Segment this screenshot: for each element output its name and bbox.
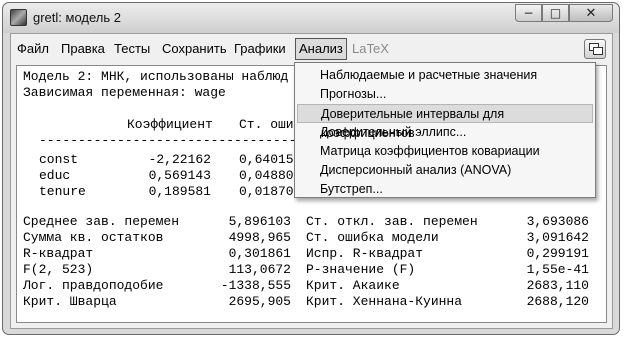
- stat-label: Р-значение (F): [306, 262, 416, 277]
- analysis-menu-dropdown: Наблюдаемые и расчетные значения Прогноз…: [294, 62, 596, 198]
- gretl-app-icon: [10, 9, 27, 26]
- stat-value: 0,299191: [526, 246, 589, 261]
- column-header-std-error: Ст. оши: [239, 117, 294, 132]
- stat-label: Сумма кв. остатков: [23, 230, 164, 245]
- stat-value: -1338,555: [220, 278, 291, 293]
- stat-value: 1,55e-41: [526, 262, 589, 277]
- variable-name: educ: [39, 168, 71, 183]
- coefficient-value: 0,569143: [148, 168, 211, 183]
- variable-name: const: [39, 152, 79, 167]
- dependent-variable-line: Зависимая переменная: wage: [23, 85, 226, 100]
- stat-label: Крит. Акаике: [306, 278, 400, 293]
- stat-value: 2683,110: [526, 278, 589, 293]
- window-stack-icon-front: [593, 47, 603, 55]
- title-bar[interactable]: gretl: модель 2 − □ ✕: [3, 3, 619, 33]
- variable-name: tenure: [39, 184, 86, 199]
- stat-label: Крит. Хеннана-Куинна: [306, 294, 463, 309]
- coefficient-value: -2,22162: [148, 152, 211, 167]
- stat-value: 4998,965: [228, 230, 291, 245]
- stat-value: 0,301861: [228, 246, 291, 261]
- stat-label: Ст. откл. зав. перемен: [306, 214, 478, 229]
- stat-label: Лог. правдоподобие: [23, 278, 164, 293]
- stat-value: 3,693086: [526, 214, 589, 229]
- minimize-button[interactable]: −: [515, 4, 542, 22]
- stat-label: R-квадрат: [23, 246, 94, 261]
- stat-label: F(2, 523): [23, 262, 94, 277]
- menu-item-confidence-ellipse[interactable]: Доверительный эллипс...: [297, 123, 593, 142]
- window-list-button[interactable]: [584, 39, 606, 59]
- stat-label: Испр. R-квадрат: [306, 246, 424, 261]
- menu-file[interactable]: Файл: [15, 39, 51, 59]
- menu-item-observed-fitted[interactable]: Наблюдаемые и расчетные значения: [297, 66, 593, 85]
- menu-item-covariance-matrix[interactable]: Матрица коэффициентов ковариации: [297, 142, 593, 161]
- menu-graphs[interactable]: Графики: [232, 39, 288, 59]
- window-title: gretl: модель 2: [33, 10, 121, 25]
- menu-item-confidence-intervals[interactable]: Доверительные интервалы для коэффициенто…: [297, 104, 593, 140]
- menu-latex[interactable]: LaTeX: [350, 39, 391, 59]
- menu-edit[interactable]: Правка: [59, 39, 107, 59]
- stat-value: 2695,905: [228, 294, 291, 309]
- coefficient-value: 0,189581: [148, 184, 211, 199]
- stat-value: 5,896103: [228, 214, 291, 229]
- window-controls: − □ ✕: [515, 4, 613, 22]
- stat-label: Крит. Шварца: [23, 294, 117, 309]
- stat-value: 3,091642: [526, 230, 589, 245]
- menu-tests[interactable]: Тесты: [112, 39, 152, 59]
- menu-bar: Файл Правка Тесты Сохранить Графики Анал…: [11, 34, 612, 63]
- menu-item-bootstrap[interactable]: Бутстреп...: [297, 180, 593, 199]
- std-error-value: 0,04880: [239, 168, 294, 183]
- model-header: Модель 2: МНК, использованы наблюд: [23, 69, 289, 84]
- close-button[interactable]: ✕: [569, 4, 613, 22]
- menu-item-forecasts[interactable]: Прогнозы...: [297, 85, 593, 104]
- stat-label: Среднее зав. перемен: [23, 214, 180, 229]
- table-rule: --------------------------------------: [39, 133, 336, 148]
- std-error-value: 0,64015: [239, 152, 294, 167]
- std-error-value: 0,01870: [239, 184, 294, 199]
- menu-item-anova[interactable]: Дисперсионный анализ (ANOVA): [297, 161, 593, 180]
- stat-value: 113,0672: [228, 262, 291, 277]
- stat-value: 2688,120: [526, 294, 589, 309]
- maximize-button[interactable]: □: [542, 4, 569, 22]
- stat-label: Ст. ошибка модели: [306, 230, 439, 245]
- menu-analysis[interactable]: Анализ: [295, 38, 347, 60]
- column-header-coefficient: Коэффициент: [127, 117, 213, 132]
- menu-save[interactable]: Сохранить: [160, 39, 229, 59]
